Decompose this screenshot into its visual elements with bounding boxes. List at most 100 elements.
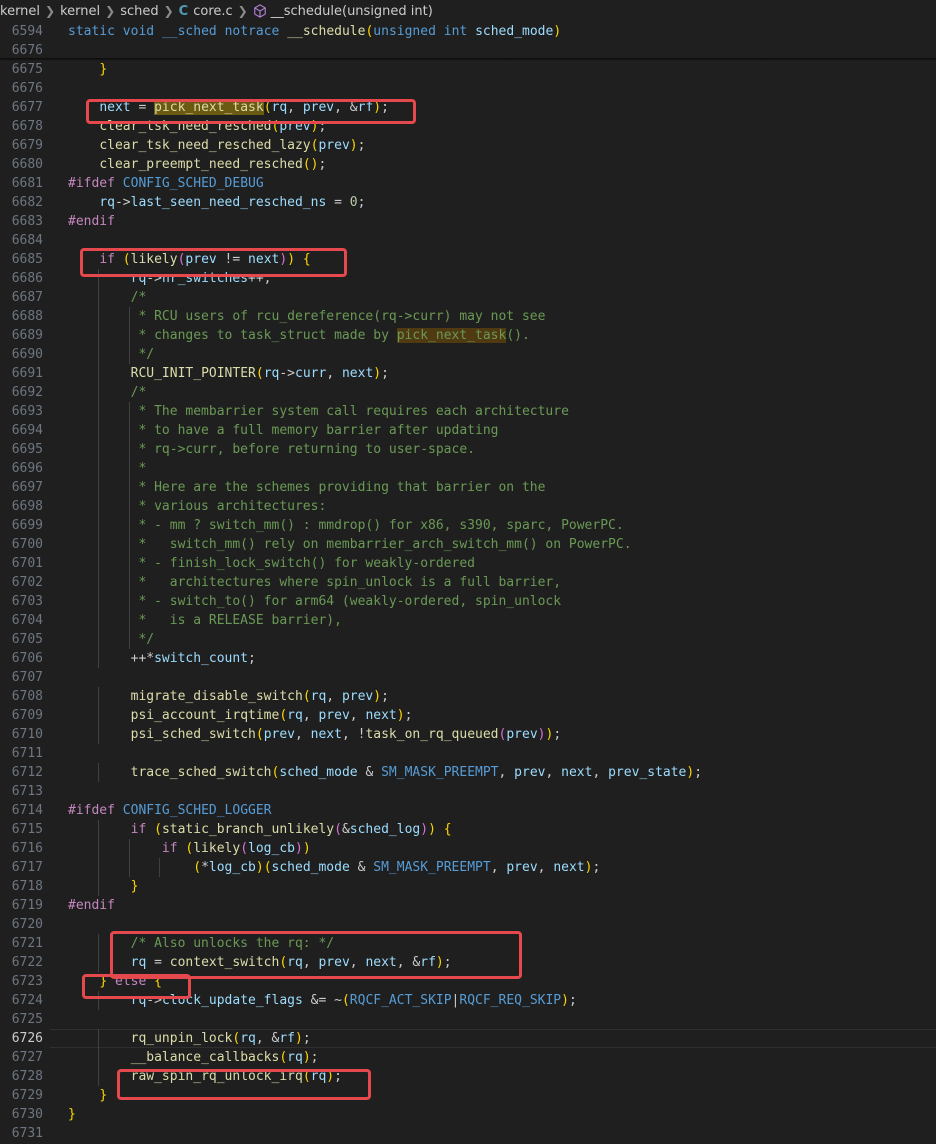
line-number: 6694 bbox=[11, 423, 43, 438]
line-number: 6720 bbox=[11, 917, 43, 932]
code-line[interactable]: 6719 #endif bbox=[0, 896, 936, 915]
line-number: 6714 bbox=[11, 803, 43, 818]
code-line[interactable]: 6690 */ bbox=[0, 345, 936, 364]
code-text: * - switch_to() for arm64 (weakly-ordere… bbox=[68, 594, 562, 609]
line-number: 6705 bbox=[11, 632, 43, 647]
line-number: 6728 bbox=[11, 1069, 43, 1084]
code-line[interactable]: 6705 */ bbox=[0, 630, 936, 649]
code-line[interactable]: 6714 #ifdef CONFIG_SCHED_LOGGER bbox=[0, 801, 936, 820]
code-line[interactable]: 6709 psi_account_irqtime(rq, prev, next)… bbox=[0, 706, 936, 725]
code-line[interactable]: 6701 * - finish_lock_switch() for weakly… bbox=[0, 554, 936, 573]
code-line[interactable]: 6675 } bbox=[0, 60, 936, 79]
code-line[interactable]: 6697 * Here are the schemes providing th… bbox=[0, 478, 936, 497]
code-text: #ifdef CONFIG_SCHED_DEBUG bbox=[68, 176, 264, 191]
code-text: psi_account_irqtime(rq, prev, next); bbox=[130, 708, 413, 723]
breadcrumb-item[interactable]: kernel bbox=[60, 4, 100, 19]
code-line[interactable]: 6699 * - mm ? switch_mm() : mmdrop() for… bbox=[0, 516, 936, 535]
line-number: 6686 bbox=[11, 271, 43, 286]
code-line[interactable]: 6708 migrate_disable_switch(rq, prev); bbox=[0, 687, 936, 706]
line-number: 6718 bbox=[11, 879, 43, 894]
line-number: 6723 bbox=[11, 974, 43, 989]
chevron-right-icon: ❯ bbox=[105, 4, 116, 18]
code-text: * Here are the schemes providing that ba… bbox=[68, 480, 546, 495]
code-line[interactable]: 6680 clear_preempt_need_resched(); bbox=[0, 155, 936, 174]
code-line[interactable]: 6707 bbox=[0, 668, 936, 687]
code-text: * - finish_lock_switch() for weakly-orde… bbox=[68, 556, 475, 571]
code-line[interactable]: 6683 #endif bbox=[0, 212, 936, 231]
code-text: (*log_cb)(sched_mode & SM_MASK_PREEMPT, … bbox=[193, 860, 601, 875]
line-number: 6685 bbox=[11, 252, 43, 267]
line-number: 6713 bbox=[11, 784, 43, 799]
code-text: * is a RELEASE barrier), bbox=[68, 613, 342, 628]
line-number: 6731 bbox=[11, 1126, 43, 1141]
line-number: 6707 bbox=[11, 670, 43, 685]
chevron-right-icon: ❯ bbox=[163, 4, 174, 18]
code-text: * changes to task_struct made by pick_ne… bbox=[68, 328, 530, 343]
code-line[interactable]: 6731 bbox=[0, 1124, 936, 1143]
line-number: 6721 bbox=[11, 936, 43, 951]
breadcrumb-item[interactable]: __schedule(unsigned int) bbox=[271, 4, 433, 19]
code-line[interactable]: 6727 __balance_callbacks(rq); bbox=[0, 1048, 936, 1067]
code-line[interactable]: 6682 rq->last_seen_need_resched_ns = 0; bbox=[0, 193, 936, 212]
code-line[interactable]: 6693 * The membarrier system call requir… bbox=[0, 402, 936, 421]
chevron-right-icon: ❯ bbox=[45, 4, 56, 18]
line-number: 6703 bbox=[11, 594, 43, 609]
sticky-scroll-line[interactable]: 6594 static void __sched notrace __schedu… bbox=[0, 22, 936, 41]
code-line[interactable]: 6679 clear_tsk_need_resched_lazy(prev); bbox=[0, 136, 936, 155]
code-line[interactable]: 6718 } bbox=[0, 877, 936, 896]
code-line[interactable]: 6726 rq_unpin_lock(rq, &rf); bbox=[0, 1029, 936, 1048]
line-number: 6675 bbox=[11, 62, 43, 77]
code-text: } bbox=[99, 62, 108, 77]
code-text: #ifdef CONFIG_SCHED_LOGGER bbox=[68, 803, 272, 818]
code-line[interactable]: 6698 * various architectures: bbox=[0, 497, 936, 516]
code-line[interactable]: 6687 /* bbox=[0, 288, 936, 307]
code-line[interactable]: 6711 bbox=[0, 744, 936, 763]
code-line[interactable]: 6702 * architectures where spin_unlock i… bbox=[0, 573, 936, 592]
code-text: } bbox=[99, 1088, 108, 1103]
code-line[interactable]: 6703 * - switch_to() for arm64 (weakly-o… bbox=[0, 592, 936, 611]
line-number: 6689 bbox=[11, 328, 43, 343]
code-line[interactable]: 6689 * changes to task_struct made by pi… bbox=[0, 326, 936, 345]
code-line[interactable]: 6725 bbox=[0, 1010, 936, 1029]
code-line[interactable]: 6696 * bbox=[0, 459, 936, 478]
line-number: 6706 bbox=[11, 651, 43, 666]
code-line[interactable]: 6691 RCU_INIT_POINTER(rq->curr, next); bbox=[0, 364, 936, 383]
line-number: 6693 bbox=[11, 404, 43, 419]
code-line[interactable]: 6715 if (static_branch_unlikely(&sched_l… bbox=[0, 820, 936, 839]
code-line[interactable]: 6712 trace_sched_switch(sched_mode & SM_… bbox=[0, 763, 936, 782]
c-file-icon: C bbox=[178, 3, 189, 19]
breadcrumb-item[interactable]: core.c bbox=[193, 4, 232, 19]
code-line[interactable]: 6700 * switch_mm() rely on membarrier_ar… bbox=[0, 535, 936, 554]
code-line[interactable]: 6717 (*log_cb)(sched_mode & SM_MASK_PREE… bbox=[0, 858, 936, 877]
code-line[interactable]: 6692 /* bbox=[0, 383, 936, 402]
code-text: * to have a full memory barrier after up… bbox=[68, 423, 499, 438]
code-text: RCU_INIT_POINTER(rq->curr, next); bbox=[130, 366, 389, 381]
code-text: #endif bbox=[68, 214, 115, 229]
code-line[interactable]: 6676 bbox=[0, 79, 936, 98]
code-text: rq_unpin_lock(rq, &rf); bbox=[130, 1031, 311, 1046]
code-text: ++*switch_count; bbox=[68, 651, 256, 666]
code-text: if (static_branch_unlikely(&sched_log)) … bbox=[130, 822, 452, 837]
code-line[interactable]: 6730} bbox=[0, 1105, 936, 1124]
code-text: * switch_mm() rely on membarrier_arch_sw… bbox=[68, 537, 632, 552]
code-line[interactable]: 6710 psi_sched_switch(prev, next, !task_… bbox=[0, 725, 936, 744]
code-line[interactable]: 6694 * to have a full memory barrier aft… bbox=[0, 421, 936, 440]
code-text: * - mm ? switch_mm() : mmdrop() for x86,… bbox=[68, 518, 624, 533]
code-text: } bbox=[130, 879, 139, 894]
code-text: * The membarrier system call requires ea… bbox=[68, 404, 569, 419]
code-line[interactable]: 6713 bbox=[0, 782, 936, 801]
code-line[interactable]: 6695 * rq->curr, before returning to use… bbox=[0, 440, 936, 459]
code-line[interactable]: 6681 #ifdef CONFIG_SCHED_DEBUG bbox=[0, 174, 936, 193]
code-line[interactable]: 6706 ++*switch_count; bbox=[0, 649, 936, 668]
code-text: * various architectures: bbox=[68, 499, 327, 514]
line-number: 6682 bbox=[11, 195, 43, 210]
breadcrumb-item[interactable]: sched bbox=[120, 4, 158, 19]
breadcrumb-item[interactable]: kernel bbox=[0, 4, 40, 19]
code-line[interactable]: 6688 * RCU users of rcu_dereference(rq->… bbox=[0, 307, 936, 326]
line-number: 6695 bbox=[11, 442, 43, 457]
code-text: */ bbox=[68, 347, 155, 362]
code-text: * RCU users of rcu_dereference(rq->curr)… bbox=[68, 309, 546, 324]
code-line[interactable]: 6716 if (likely(log_cb)) bbox=[0, 839, 936, 858]
code-text: if (likely(log_cb)) bbox=[161, 841, 311, 856]
code-line[interactable]: 6704 * is a RELEASE barrier), bbox=[0, 611, 936, 630]
